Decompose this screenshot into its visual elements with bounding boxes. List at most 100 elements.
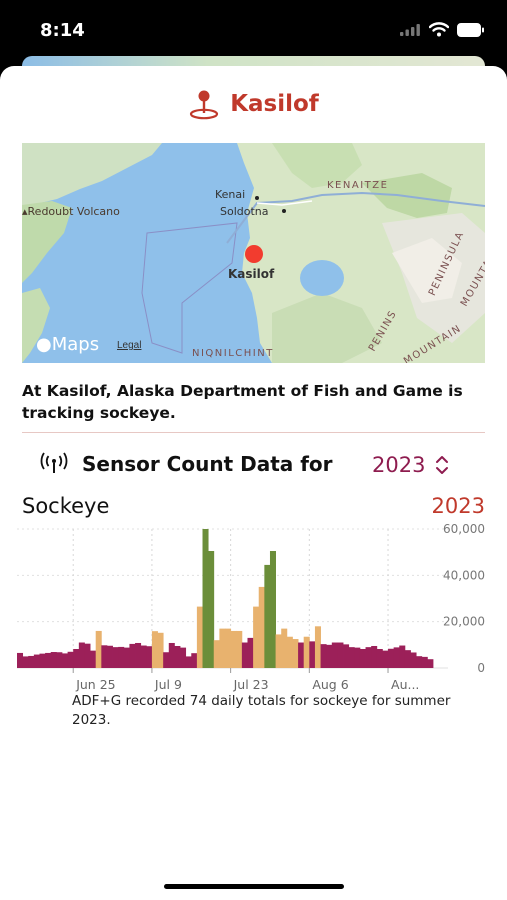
chart-bar xyxy=(39,653,46,668)
chart-bar xyxy=(326,644,333,668)
y-tick-label: 0 xyxy=(477,661,485,675)
chart-bar xyxy=(269,551,276,668)
signal-icon xyxy=(400,23,420,36)
status-icons xyxy=(399,22,485,37)
chart-bar xyxy=(354,647,361,668)
chart-bar xyxy=(314,626,321,668)
map-pin-icon xyxy=(190,90,219,120)
home-indicator xyxy=(164,884,344,889)
chart-bar xyxy=(90,650,97,668)
chart-bar xyxy=(404,650,411,668)
chart-bar xyxy=(320,644,327,668)
map-label-soldotna: Soldotna xyxy=(220,205,269,218)
chart-bar xyxy=(247,637,254,668)
status-time: 8:14 xyxy=(40,20,85,41)
chart-bar xyxy=(281,628,288,668)
location-title: Kasilof xyxy=(230,91,319,117)
year-picker[interactable]: 2023 xyxy=(372,453,449,477)
chart-bar xyxy=(241,642,248,668)
soldotna-dot xyxy=(282,209,286,213)
map-legal-link[interactable]: Legal xyxy=(117,340,141,351)
chart-bar xyxy=(208,551,215,668)
chart-bar xyxy=(348,647,355,668)
map-label-redoubt: ▴Redoubt Volcano xyxy=(22,205,120,218)
chart-bar xyxy=(253,606,260,668)
chart-bar xyxy=(236,630,243,668)
chart-bar xyxy=(106,645,113,668)
chart-bar xyxy=(421,656,428,668)
location-header: Kasilof xyxy=(0,88,507,120)
chart-bar xyxy=(225,628,232,668)
chart-bar xyxy=(298,642,305,668)
chart-bar xyxy=(118,646,125,668)
chart-bar xyxy=(174,645,181,668)
tracking-description: At Kasilof, Alaska Department of Fish an… xyxy=(22,382,463,422)
chart-bar xyxy=(230,630,237,668)
chart-bar xyxy=(275,634,282,668)
chart-bar xyxy=(371,645,378,668)
chart-bar xyxy=(123,647,130,668)
chart-bar xyxy=(157,632,164,668)
x-tick-label: Aug 6 xyxy=(312,677,348,692)
year-picker-value[interactable]: 2023 xyxy=(372,453,425,477)
chart-bar xyxy=(61,653,68,668)
chart-bar xyxy=(213,640,220,668)
chart-bar xyxy=(393,647,400,668)
chart-bar xyxy=(286,636,293,668)
chart-bar xyxy=(191,653,198,668)
sensor-header: Sensor Count Data for xyxy=(38,452,333,476)
y-tick-label: 60,000 xyxy=(443,522,485,536)
chart-bar xyxy=(331,642,338,668)
location-sheet: Kasilof Kenai Soldotna KENAITZE ▴Redoubt… xyxy=(0,66,507,900)
chevron-up-down-icon[interactable] xyxy=(435,454,449,476)
chart-bar xyxy=(303,636,310,668)
chart-bar xyxy=(168,642,175,668)
x-tick-label: Au... xyxy=(391,677,419,692)
chart-bar xyxy=(78,642,85,668)
chart-caption: ADF+G recorded 74 daily totals for socke… xyxy=(72,693,451,728)
chart-bar xyxy=(292,639,299,668)
chart-bar xyxy=(140,645,147,668)
chart-bar xyxy=(416,656,423,668)
chart-bar xyxy=(388,648,395,668)
chart-bar xyxy=(95,630,102,668)
chart-bar xyxy=(185,656,192,668)
chart-bar xyxy=(22,656,29,668)
chart-bar xyxy=(365,647,372,668)
chart-bar xyxy=(343,644,350,668)
location-marker[interactable] xyxy=(245,245,263,263)
chart-bar xyxy=(359,649,366,668)
status-bar: 8:14 xyxy=(0,0,507,62)
map-label-ninilchik: NIQNILCHINT xyxy=(192,348,274,359)
chart-bar xyxy=(219,628,226,668)
chart-bar xyxy=(50,652,57,668)
chart-bar xyxy=(28,655,35,668)
apple-maps-logo: ●Maps xyxy=(36,334,100,355)
species-label: Sockeye xyxy=(22,494,110,518)
divider xyxy=(22,432,485,433)
location-map[interactable]: Kenai Soldotna KENAITZE ▴Redoubt Volcano… xyxy=(22,143,485,363)
chart-bar xyxy=(337,642,344,668)
chart-bar xyxy=(56,652,63,668)
chart-bar xyxy=(129,643,136,668)
chart-year-label: 2023 xyxy=(431,494,485,518)
x-tick-label: Jul 9 xyxy=(154,677,182,692)
chart-bar xyxy=(151,631,158,668)
chart-bar xyxy=(309,641,316,668)
kenai-dot xyxy=(255,196,259,200)
chart-bar xyxy=(67,651,74,668)
antenna-icon xyxy=(40,452,68,473)
chart-bar xyxy=(84,643,91,668)
chart-bar xyxy=(163,652,170,668)
chart-bar xyxy=(410,652,417,668)
sockeye-bar-chart: 60,000 40,000 20,000 0 Jun 25 Jul 9 Jul 23 Aug … xyxy=(17,522,485,692)
x-tick-label: Jun 25 xyxy=(75,677,115,692)
sensor-count-title: Sensor Count Data for xyxy=(82,452,333,476)
chart-bar xyxy=(73,649,80,668)
x-tick-label: Jul 23 xyxy=(233,677,269,692)
y-tick-label: 40,000 xyxy=(443,568,485,582)
chart-bar xyxy=(135,642,142,668)
chart-bar xyxy=(382,650,389,668)
chart-bar xyxy=(264,564,271,668)
y-tick-label: 20,000 xyxy=(443,615,485,629)
